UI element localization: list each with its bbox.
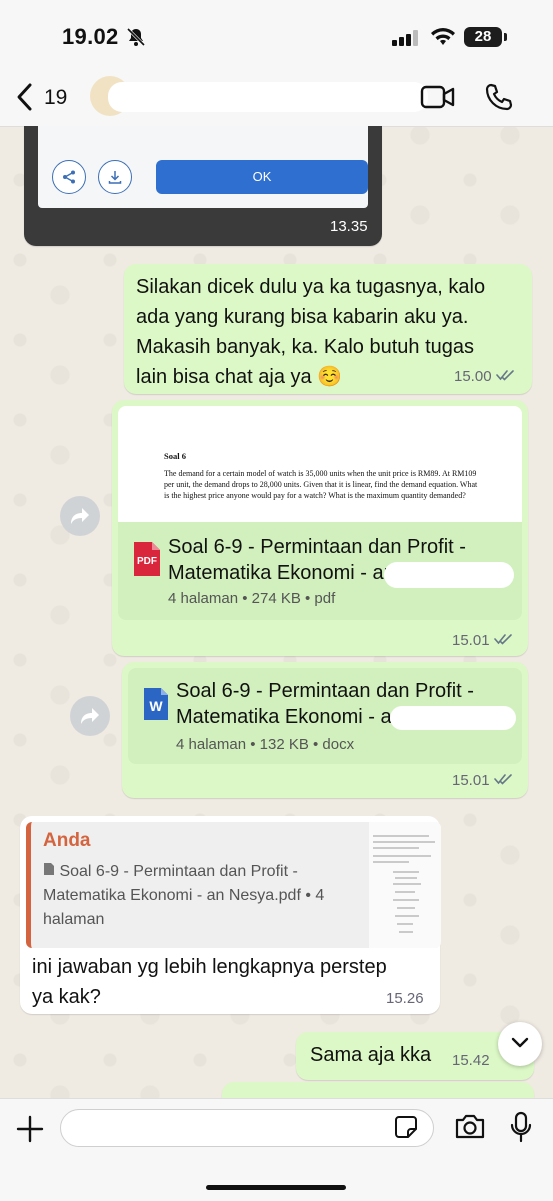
phone-call-icon[interactable]: [484, 82, 514, 117]
message-text: Silakan dicek dulu ya ka tugasnya, kalo …: [136, 272, 485, 392]
bell-muted-icon: [126, 27, 146, 52]
message-line: lain bisa chat aja ya ☺️: [136, 366, 343, 388]
sticker-icon[interactable]: [394, 1115, 418, 1144]
preview-title: Soal 6: [164, 451, 186, 461]
read-ticks-icon: [493, 772, 514, 789]
message-input[interactable]: [60, 1109, 434, 1147]
message-meta: 15.01: [452, 632, 514, 649]
message-meta: 15.42: [452, 1052, 490, 1069]
redaction-mark: [390, 706, 516, 730]
word-icon-label: W: [149, 698, 163, 714]
read-ticks-icon: [495, 368, 516, 385]
plus-icon[interactable]: [16, 1115, 44, 1148]
file-meta: 4 halaman • 274 KB • pdf: [168, 590, 336, 607]
status-bar: 19.02 28: [0, 0, 553, 70]
share-icon: [52, 160, 86, 194]
video-call-icon[interactable]: [420, 84, 456, 115]
incoming-reply-message[interactable]: Anda Soal 6-9 - Permintaan dan Profit - …: [20, 816, 441, 1014]
chat-header: 19: [0, 70, 553, 127]
microphone-icon[interactable]: [510, 1111, 532, 1148]
message-line: ya kak?: [32, 986, 101, 1008]
battery-tip: [504, 33, 507, 41]
file-name-line: Soal 6-9 - Permintaan dan Profit -: [168, 536, 466, 558]
file-meta: 4 halaman • 132 KB • docx: [176, 736, 355, 753]
message-line: ini jawaban yg lebih lengkapnya perstep: [32, 956, 387, 978]
preview-text: The demand for a certain model of watch …: [164, 469, 478, 500]
message-time: 15.42: [452, 1052, 490, 1069]
quote-sender: Anda: [43, 830, 91, 851]
image-screenshot: OK: [38, 126, 368, 208]
message-time: 15.00: [454, 368, 492, 385]
pdf-file-info[interactable]: PDF Soal 6-9 - Permintaan dan Profit - M…: [118, 522, 522, 620]
wifi-icon: [430, 27, 456, 52]
message-meta: 15.00: [454, 368, 516, 385]
redaction-mark: [384, 562, 514, 588]
docx-file-info[interactable]: W Soal 6-9 - Permintaan dan Profit - Mat…: [128, 668, 522, 764]
pdf-preview[interactable]: Soal 6 The demand for a certain model of…: [118, 406, 522, 522]
outgoing-text-message[interactable]: Silakan dicek dulu ya ka tugasnya, kalo …: [124, 264, 532, 394]
chevron-down-icon: [510, 1035, 530, 1053]
forward-icon[interactable]: [70, 696, 110, 736]
compose-bar: [0, 1098, 553, 1201]
download-icon: [98, 160, 132, 194]
quote-text: Soal 6-9 - Permintaan dan Profit - Matem…: [43, 860, 363, 932]
message-line: ada yang kurang bisa kabarin aku ya.: [136, 306, 469, 328]
message-text: Sama aja kka: [310, 1044, 432, 1066]
message-time: 15.01: [452, 632, 490, 649]
quoted-message[interactable]: Anda Soal 6-9 - Permintaan dan Profit - …: [26, 822, 441, 948]
word-file-icon: W: [142, 686, 170, 727]
back-chevron-icon[interactable]: [14, 82, 36, 117]
message-line: Silakan dicek dulu ya ka tugasnya, kalo: [136, 276, 486, 298]
status-time: 19.02: [62, 24, 119, 49]
forward-icon[interactable]: [60, 496, 100, 536]
pdf-file-icon: PDF: [132, 540, 162, 583]
quote-text-content: Soal 6-9 - Permintaan dan Profit - Matem…: [43, 863, 325, 928]
document-icon: [43, 863, 55, 880]
message-line: Makasih banyak, ka. Kalo butuh tugas: [136, 336, 474, 358]
redaction-mark: [108, 82, 428, 112]
unread-count[interactable]: 19: [44, 86, 67, 110]
message-meta: 15.01: [452, 772, 514, 789]
home-indicator: [206, 1185, 346, 1190]
scroll-to-bottom-button[interactable]: [498, 1022, 542, 1066]
pdf-file-message[interactable]: Soal 6 The demand for a certain model of…: [112, 400, 528, 656]
read-ticks-icon: [493, 632, 514, 649]
ok-button-image: OK: [156, 160, 368, 194]
file-name-line: Soal 6-9 - Permintaan dan Profit -: [176, 680, 474, 702]
message-time: 13.35: [330, 218, 368, 235]
image-message[interactable]: OK 13.35: [24, 126, 382, 246]
battery-indicator: 28: [464, 27, 502, 47]
pdf-icon-label: PDF: [137, 556, 157, 567]
docx-file-message[interactable]: W Soal 6-9 - Permintaan dan Profit - Mat…: [122, 662, 528, 798]
camera-icon[interactable]: [454, 1114, 486, 1145]
signal-icon: [392, 30, 420, 51]
message-time: 15.26: [386, 990, 424, 1007]
quote-thumbnail: [369, 822, 441, 948]
message-time: 15.01: [452, 772, 490, 789]
message-text: ini jawaban yg lebih lengkapnya perstep …: [32, 952, 387, 1012]
